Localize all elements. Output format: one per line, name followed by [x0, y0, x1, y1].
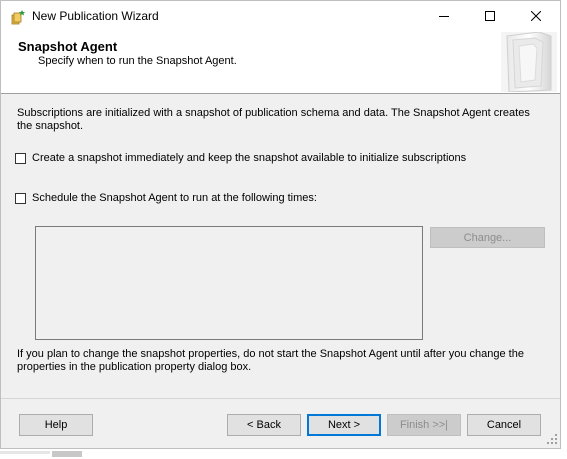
page-title: Snapshot Agent	[18, 39, 118, 54]
maximize-button[interactable]	[467, 1, 513, 31]
create-snapshot-option[interactable]: Create a snapshot immediately and keep t…	[15, 152, 466, 164]
minimize-icon	[439, 16, 449, 17]
wizard-window: New Publication Wizard Snapshot Agent Sp…	[0, 0, 561, 449]
maximize-icon	[485, 11, 495, 21]
close-icon	[531, 11, 541, 21]
minimize-button[interactable]	[421, 1, 467, 31]
wizard-header: Snapshot Agent Specify when to run the S…	[1, 31, 560, 94]
note-text: If you plan to change the snapshot prope…	[17, 348, 524, 373]
schedule-description-box	[35, 226, 423, 340]
window-title: New Publication Wizard	[32, 9, 159, 23]
back-button[interactable]: < Back	[227, 414, 301, 436]
create-snapshot-checkbox[interactable]	[15, 152, 26, 164]
title-bar[interactable]: New Publication Wizard	[1, 1, 560, 31]
next-button[interactable]: Next >	[307, 414, 381, 436]
wizard-content: Subscriptions are initialized with a sna…	[1, 94, 560, 397]
resize-grip-icon[interactable]	[546, 433, 558, 445]
description-text: Subscriptions are initialized with a sna…	[17, 107, 530, 132]
cancel-button[interactable]: Cancel	[467, 414, 541, 436]
help-button[interactable]: Help	[19, 414, 93, 436]
wizard-app-icon	[10, 9, 26, 25]
schedule-agent-label[interactable]: Schedule the Snapshot Agent to run at th…	[32, 192, 317, 204]
finish-button[interactable]: Finish >>|	[387, 414, 461, 436]
create-snapshot-label[interactable]: Create a snapshot immediately and keep t…	[32, 152, 466, 164]
wizard-banner-graphic	[501, 32, 557, 92]
schedule-agent-checkbox[interactable]	[15, 192, 26, 204]
schedule-agent-option[interactable]: Schedule the Snapshot Agent to run at th…	[15, 192, 317, 204]
change-schedule-button[interactable]: Change...	[430, 227, 545, 248]
page-subtitle: Specify when to run the Snapshot Agent.	[38, 55, 237, 67]
footer-divider	[1, 398, 560, 399]
close-button[interactable]	[513, 1, 559, 31]
background-fragment	[0, 451, 82, 457]
